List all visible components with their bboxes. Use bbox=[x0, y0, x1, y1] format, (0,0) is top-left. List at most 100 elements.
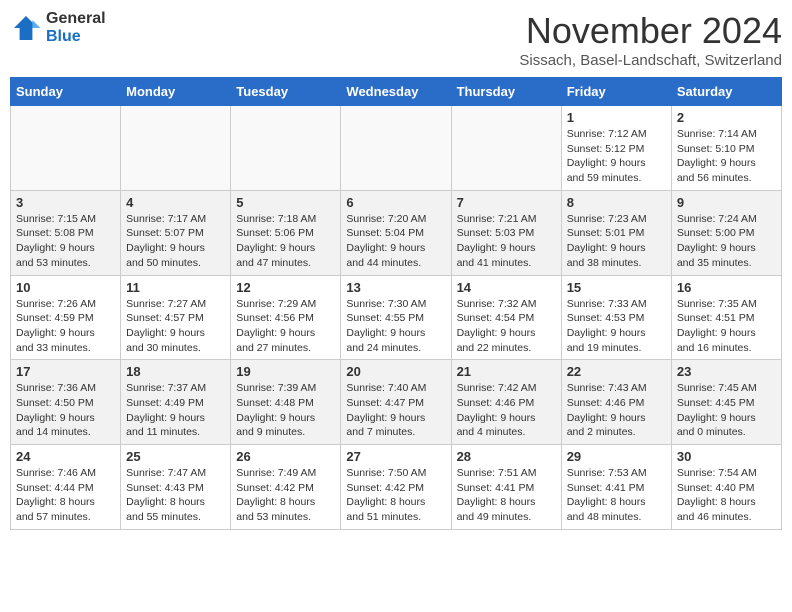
calendar-week-row: 3 Sunrise: 7:15 AM Sunset: 5:08 PM Daylig… bbox=[11, 190, 782, 275]
day-info: Sunrise: 7:42 AM Sunset: 4:46 PM Dayligh… bbox=[457, 381, 556, 440]
day-info: Sunrise: 7:26 AM Sunset: 4:59 PM Dayligh… bbox=[16, 297, 115, 356]
calendar-cell: 4 Sunrise: 7:17 AM Sunset: 5:07 PM Daylig… bbox=[121, 190, 231, 275]
day-number: 2 bbox=[677, 110, 776, 125]
day-info: Sunrise: 7:45 AM Sunset: 4:45 PM Dayligh… bbox=[677, 381, 776, 440]
day-number: 9 bbox=[677, 195, 776, 210]
calendar-cell bbox=[231, 106, 341, 191]
day-info: Sunrise: 7:18 AM Sunset: 5:06 PM Dayligh… bbox=[236, 212, 335, 271]
day-info: Sunrise: 7:51 AM Sunset: 4:41 PM Dayligh… bbox=[457, 466, 556, 525]
day-number: 6 bbox=[346, 195, 445, 210]
day-info: Sunrise: 7:29 AM Sunset: 4:56 PM Dayligh… bbox=[236, 297, 335, 356]
day-number: 5 bbox=[236, 195, 335, 210]
day-number: 28 bbox=[457, 449, 556, 464]
calendar-cell: 25 Sunrise: 7:47 AM Sunset: 4:43 PM Dayli… bbox=[121, 445, 231, 530]
calendar-cell: 28 Sunrise: 7:51 AM Sunset: 4:41 PM Dayli… bbox=[451, 445, 561, 530]
calendar-cell bbox=[121, 106, 231, 191]
day-of-week-header: Sunday bbox=[11, 78, 121, 106]
day-number: 25 bbox=[126, 449, 225, 464]
calendar-cell: 1 Sunrise: 7:12 AM Sunset: 5:12 PM Daylig… bbox=[561, 106, 671, 191]
day-info: Sunrise: 7:15 AM Sunset: 5:08 PM Dayligh… bbox=[16, 212, 115, 271]
day-number: 11 bbox=[126, 280, 225, 295]
calendar-week-row: 10 Sunrise: 7:26 AM Sunset: 4:59 PM Dayli… bbox=[11, 275, 782, 360]
day-number: 10 bbox=[16, 280, 115, 295]
day-number: 12 bbox=[236, 280, 335, 295]
calendar-cell: 3 Sunrise: 7:15 AM Sunset: 5:08 PM Daylig… bbox=[11, 190, 121, 275]
month-title: November 2024 bbox=[519, 10, 782, 52]
calendar-week-row: 17 Sunrise: 7:36 AM Sunset: 4:50 PM Dayli… bbox=[11, 360, 782, 445]
calendar-cell: 19Sunrise: 7:39 AM Sunset: 4:48 PM Dayli… bbox=[231, 360, 341, 445]
calendar-cell bbox=[11, 106, 121, 191]
day-number: 16 bbox=[677, 280, 776, 295]
calendar-cell: 27 Sunrise: 7:50 AM Sunset: 4:42 PM Dayli… bbox=[341, 445, 451, 530]
day-info: Sunrise: 7:39 AM Sunset: 4:48 PM Dayligh… bbox=[236, 381, 335, 440]
day-of-week-header: Thursday bbox=[451, 78, 561, 106]
day-number: 17 bbox=[16, 364, 115, 379]
day-info: Sunrise: 7:14 AM Sunset: 5:10 PM Dayligh… bbox=[677, 127, 776, 186]
day-of-week-header: Tuesday bbox=[231, 78, 341, 106]
calendar-week-row: 24Sunrise: 7:46 AM Sunset: 4:44 PM Dayli… bbox=[11, 445, 782, 530]
day-number: 1 bbox=[567, 110, 666, 125]
day-number: 26 bbox=[236, 449, 335, 464]
calendar-week-row: 1 Sunrise: 7:12 AM Sunset: 5:12 PM Daylig… bbox=[11, 106, 782, 191]
day-info: Sunrise: 7:50 AM Sunset: 4:42 PM Dayligh… bbox=[346, 466, 445, 525]
day-info: Sunrise: 7:30 AM Sunset: 4:55 PM Dayligh… bbox=[346, 297, 445, 356]
calendar-cell: 24Sunrise: 7:46 AM Sunset: 4:44 PM Dayli… bbox=[11, 445, 121, 530]
calendar-cell bbox=[451, 106, 561, 191]
day-info: Sunrise: 7:49 AM Sunset: 4:42 PM Dayligh… bbox=[236, 466, 335, 525]
day-number: 24 bbox=[16, 449, 115, 464]
calendar-cell: 17 Sunrise: 7:36 AM Sunset: 4:50 PM Dayli… bbox=[11, 360, 121, 445]
calendar-cell: 26 Sunrise: 7:49 AM Sunset: 4:42 PM Dayli… bbox=[231, 445, 341, 530]
day-info: Sunrise: 7:17 AM Sunset: 5:07 PM Dayligh… bbox=[126, 212, 225, 271]
day-info: Sunrise: 7:43 AM Sunset: 4:46 PM Dayligh… bbox=[567, 381, 666, 440]
calendar-cell: 11 Sunrise: 7:27 AM Sunset: 4:57 PM Dayli… bbox=[121, 275, 231, 360]
calendar-cell: 21 Sunrise: 7:42 AM Sunset: 4:46 PM Dayli… bbox=[451, 360, 561, 445]
day-number: 4 bbox=[126, 195, 225, 210]
day-number: 27 bbox=[346, 449, 445, 464]
calendar-cell bbox=[341, 106, 451, 191]
location-subtitle: Sissach, Basel-Landschaft, Switzerland bbox=[519, 52, 782, 69]
day-number: 29 bbox=[567, 449, 666, 464]
logo-icon bbox=[10, 12, 42, 44]
calendar-cell: 2 Sunrise: 7:14 AM Sunset: 5:10 PM Daylig… bbox=[671, 106, 781, 191]
day-number: 8 bbox=[567, 195, 666, 210]
day-info: Sunrise: 7:32 AM Sunset: 4:54 PM Dayligh… bbox=[457, 297, 556, 356]
day-info: Sunrise: 7:27 AM Sunset: 4:57 PM Dayligh… bbox=[126, 297, 225, 356]
calendar-cell: 13Sunrise: 7:30 AM Sunset: 4:55 PM Dayli… bbox=[341, 275, 451, 360]
day-info: Sunrise: 7:12 AM Sunset: 5:12 PM Dayligh… bbox=[567, 127, 666, 186]
day-number: 22 bbox=[567, 364, 666, 379]
calendar-table: SundayMondayTuesdayWednesdayThursdayFrid… bbox=[10, 77, 782, 530]
calendar-cell: 16 Sunrise: 7:35 AM Sunset: 4:51 PM Dayli… bbox=[671, 275, 781, 360]
calendar-header-row: SundayMondayTuesdayWednesdayThursdayFrid… bbox=[11, 78, 782, 106]
title-section: November 2024 Sissach, Basel-Landschaft,… bbox=[519, 10, 782, 69]
page-header: General Blue November 2024 Sissach, Base… bbox=[10, 10, 782, 69]
day-number: 30 bbox=[677, 449, 776, 464]
day-of-week-header: Saturday bbox=[671, 78, 781, 106]
day-number: 18 bbox=[126, 364, 225, 379]
calendar-cell: 22 Sunrise: 7:43 AM Sunset: 4:46 PM Dayli… bbox=[561, 360, 671, 445]
calendar-cell: 30Sunrise: 7:54 AM Sunset: 4:40 PM Dayli… bbox=[671, 445, 781, 530]
day-of-week-header: Friday bbox=[561, 78, 671, 106]
calendar-cell: 6Sunrise: 7:20 AM Sunset: 5:04 PM Daylig… bbox=[341, 190, 451, 275]
day-info: Sunrise: 7:21 AM Sunset: 5:03 PM Dayligh… bbox=[457, 212, 556, 271]
calendar-cell: 14 Sunrise: 7:32 AM Sunset: 4:54 PM Dayli… bbox=[451, 275, 561, 360]
day-number: 21 bbox=[457, 364, 556, 379]
calendar-cell: 23Sunrise: 7:45 AM Sunset: 4:45 PM Dayli… bbox=[671, 360, 781, 445]
day-of-week-header: Wednesday bbox=[341, 78, 451, 106]
day-info: Sunrise: 7:40 AM Sunset: 4:47 PM Dayligh… bbox=[346, 381, 445, 440]
calendar-cell: 7 Sunrise: 7:21 AM Sunset: 5:03 PM Daylig… bbox=[451, 190, 561, 275]
day-number: 20 bbox=[346, 364, 445, 379]
calendar-cell: 20 Sunrise: 7:40 AM Sunset: 4:47 PM Dayli… bbox=[341, 360, 451, 445]
day-number: 7 bbox=[457, 195, 556, 210]
day-of-week-header: Monday bbox=[121, 78, 231, 106]
calendar-cell: 29Sunrise: 7:53 AM Sunset: 4:41 PM Dayli… bbox=[561, 445, 671, 530]
day-number: 3 bbox=[16, 195, 115, 210]
calendar-cell: 5 Sunrise: 7:18 AM Sunset: 5:06 PM Daylig… bbox=[231, 190, 341, 275]
day-info: Sunrise: 7:36 AM Sunset: 4:50 PM Dayligh… bbox=[16, 381, 115, 440]
day-info: Sunrise: 7:37 AM Sunset: 4:49 PM Dayligh… bbox=[126, 381, 225, 440]
calendar-cell: 9Sunrise: 7:24 AM Sunset: 5:00 PM Daylig… bbox=[671, 190, 781, 275]
day-info: Sunrise: 7:47 AM Sunset: 4:43 PM Dayligh… bbox=[126, 466, 225, 525]
day-info: Sunrise: 7:35 AM Sunset: 4:51 PM Dayligh… bbox=[677, 297, 776, 356]
calendar-cell: 12 Sunrise: 7:29 AM Sunset: 4:56 PM Dayli… bbox=[231, 275, 341, 360]
day-info: Sunrise: 7:33 AM Sunset: 4:53 PM Dayligh… bbox=[567, 297, 666, 356]
day-number: 14 bbox=[457, 280, 556, 295]
